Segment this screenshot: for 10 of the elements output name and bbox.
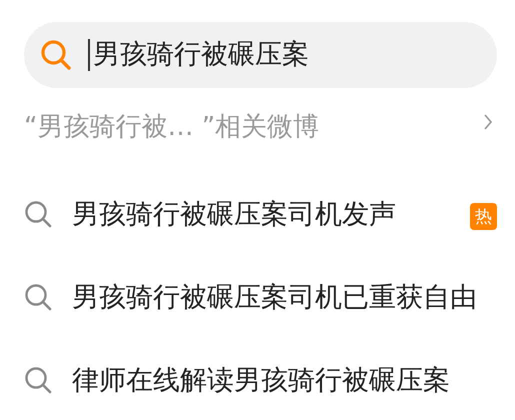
search-icon: [24, 366, 52, 394]
hot-badge: 热: [470, 203, 497, 230]
search-field[interactable]: 男孩骑行被碾压案: [24, 22, 497, 88]
search-icon: [40, 39, 72, 71]
chevron-icon: [483, 114, 493, 130]
suggestion-item[interactable]: 男孩骑行被碾压案司机发声: [72, 196, 470, 232]
suggestion-item[interactable]: 律师在线解读男孩骑行被碾压案: [72, 362, 497, 398]
search-icon: [24, 200, 52, 228]
suggestion-item[interactable]: 男孩骑行被碾压案司机已重获自由: [72, 278, 497, 314]
search-icon: [24, 282, 52, 310]
